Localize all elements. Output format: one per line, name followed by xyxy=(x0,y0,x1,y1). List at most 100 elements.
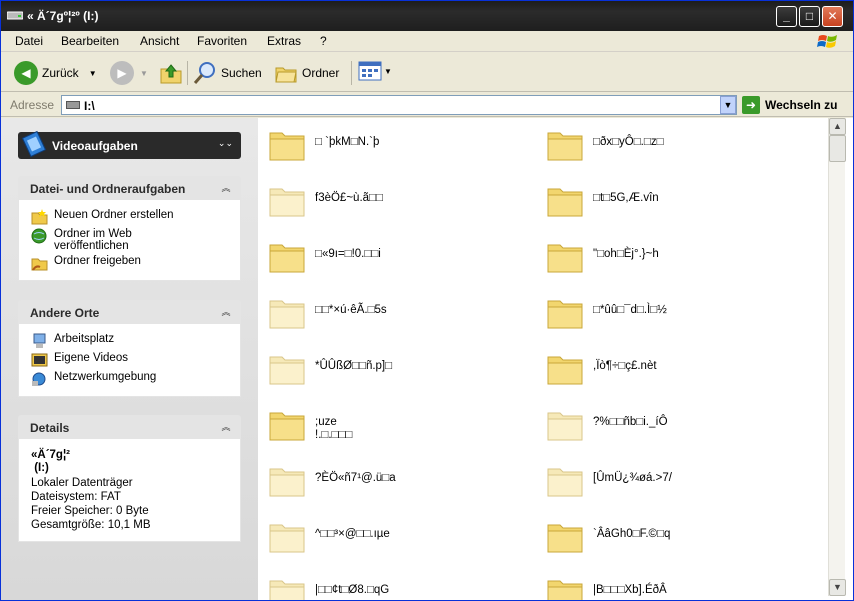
folder-icon xyxy=(547,412,583,441)
folder-item[interactable]: "□oh□Èj°.}~h xyxy=(536,234,806,282)
folders-button[interactable]: Ordner xyxy=(274,61,339,85)
folder-item[interactable]: ^□□³×@□□.ıµe xyxy=(258,514,528,562)
address-value: I:\ xyxy=(84,99,95,113)
folder-item[interactable]: `ÂâGh0□F.©□q xyxy=(536,514,806,562)
folder-item[interactable]: □*ûû□¯d□.Ì□½ xyxy=(536,290,806,338)
scroll-thumb[interactable] xyxy=(829,135,846,162)
close-button[interactable]: ✕ xyxy=(822,6,843,27)
search-label: Suchen xyxy=(221,66,262,80)
folder-name: |□□¢t□Ø8.□qG xyxy=(315,584,390,596)
folder-icon xyxy=(547,356,583,385)
menu-bearbeiten[interactable]: Bearbeiten xyxy=(61,34,119,48)
task-new-folder[interactable]: Neuen Ordner erstellen xyxy=(31,209,240,225)
folder-icon xyxy=(547,300,583,329)
details-drive-name: «Ä´7g¦² (I:) xyxy=(31,449,70,474)
toolbar: ◀ Zurück ▼ ▶ ▼ Suchen Ordner ▼ xyxy=(1,53,853,92)
folder-name: □ðx□yÔ□.□z□ xyxy=(593,136,664,148)
folder-icon xyxy=(547,580,583,600)
menu-help[interactable]: ? xyxy=(320,34,327,48)
details-panel: Details ︽ «Ä´7g¦² (I:) Lokaler Datenträg… xyxy=(18,415,241,542)
folder-name: ,Ïò¶÷□ç£.nèt xyxy=(593,360,657,372)
file-tasks-title: Datei- und Ordneraufgaben xyxy=(30,182,186,196)
task-label: Ordner freigeben xyxy=(54,255,141,267)
folder-item[interactable]: □«9ı=□!0.□□i xyxy=(258,234,528,282)
forward-button[interactable]: ▶ ▼ xyxy=(110,61,148,85)
address-input[interactable]: I:\ xyxy=(61,95,737,115)
folder-item[interactable]: □t□5G,Æ.vîn xyxy=(536,178,806,226)
back-dropdown-icon[interactable]: ▼ xyxy=(89,69,97,78)
other-places-header[interactable]: Andere Orte ︽ xyxy=(18,300,241,324)
folder-item[interactable]: *ÛÛßØ□□ñ.p]□ xyxy=(258,346,528,394)
back-button[interactable]: ◀ Zurück ▼ xyxy=(14,61,97,85)
details-title: Details xyxy=(30,421,70,435)
folder-item[interactable]: □ðx□yÔ□.□z□ xyxy=(536,122,806,170)
forward-dropdown-icon[interactable]: ▼ xyxy=(140,69,148,78)
share-folder-icon xyxy=(31,258,48,271)
maximize-button[interactable]: □ xyxy=(799,6,820,27)
folder-icon xyxy=(547,524,583,553)
go-button[interactable]: ➜ Wechseln zu xyxy=(742,96,837,114)
views-dropdown-icon[interactable]: ▼ xyxy=(384,67,392,76)
content-area: Videoaufgaben ⌄⌄ Datei- und Ordneraufgab… xyxy=(1,118,853,600)
folder-icon xyxy=(269,132,305,161)
search-button[interactable]: Suchen xyxy=(193,61,262,85)
details-total-size: Gesamtgröße: 10,1 MB xyxy=(31,519,151,531)
task-publish-web[interactable]: Ordner im Web veröffentlichen xyxy=(31,228,240,252)
details-filesystem: Dateisystem: FAT xyxy=(31,491,121,503)
views-button[interactable]: ▼ xyxy=(358,61,392,81)
folder-name: ?ÈÖ«ñ7¹@.ü□a xyxy=(315,472,396,484)
folder-item[interactable]: |B□□□Xb].ÉðÂ xyxy=(536,570,806,600)
folder-item[interactable]: ;uze !.□.□□□ xyxy=(258,402,528,450)
video-tasks-panel: Videoaufgaben ⌄⌄ xyxy=(18,130,241,159)
folder-name: □«9ı=□!0.□□i xyxy=(315,248,381,260)
menu-datei[interactable]: Datei xyxy=(15,34,43,48)
scroll-down-button[interactable]: ▼ xyxy=(829,579,846,596)
folder-name: □*ûû□¯d□.Ì□½ xyxy=(593,304,667,316)
collapse-chevron-icon[interactable]: ︽ xyxy=(219,305,233,319)
up-button[interactable] xyxy=(159,61,183,85)
folder-name: [ÛmÜ¿¾øá.>7/ xyxy=(593,472,672,484)
folder-icon xyxy=(269,524,305,553)
details-free-space: Freier Speicher: 0 Byte xyxy=(31,505,149,517)
folder-icon xyxy=(269,356,305,385)
folder-item[interactable]: □□*×ú·êÃ.□5s xyxy=(258,290,528,338)
folder-icon xyxy=(269,300,305,329)
address-label: Adresse xyxy=(10,98,55,112)
task-pane: Videoaufgaben ⌄⌄ Datei- und Ordneraufgab… xyxy=(1,118,258,600)
globe-icon xyxy=(31,228,47,244)
other-places-panel: Andere Orte ︽ Arbeitsplatz Eigene Videos… xyxy=(18,300,241,397)
folder-name: ;uze !.□.□□□ xyxy=(315,416,353,441)
menu-ansicht[interactable]: Ansicht xyxy=(140,34,179,48)
folder-item[interactable]: |□□¢t□Ø8.□qG xyxy=(258,570,528,600)
task-share-folder[interactable]: Ordner freigeben xyxy=(31,255,240,271)
folder-icon xyxy=(269,468,305,497)
video-tasks-header[interactable]: Videoaufgaben ⌄⌄ xyxy=(18,130,241,159)
folder-item[interactable]: ,Ïò¶÷□ç£.nèt xyxy=(536,346,806,394)
folder-item[interactable]: [ÛmÜ¿¾øá.>7/ xyxy=(536,458,806,506)
task-label: Ordner im Web veröffentlichen xyxy=(54,228,132,252)
folder-item[interactable]: ?%□□ñb□i._íÔ xyxy=(536,402,806,450)
expand-chevron-icon[interactable]: ⌄⌄ xyxy=(218,138,233,149)
file-tasks-header[interactable]: Datei- und Ordneraufgaben ︽ xyxy=(18,176,241,200)
place-my-videos[interactable]: Eigene Videos xyxy=(31,352,240,368)
folder-item[interactable]: ?ÈÖ«ñ7¹@.ü□a xyxy=(258,458,528,506)
folder-item[interactable]: f3èÖ£~ù.ã□□ xyxy=(258,178,528,226)
collapse-chevron-icon[interactable]: ︽ xyxy=(219,420,233,434)
folder-name: □ `þkM□N.`þ xyxy=(315,136,380,148)
menu-extras[interactable]: Extras xyxy=(267,34,301,48)
scroll-up-button[interactable]: ▲ xyxy=(829,118,846,135)
menu-favoriten[interactable]: Favoriten xyxy=(197,34,247,48)
place-network[interactable]: Netzwerkumgebung xyxy=(31,371,240,387)
folder-up-icon xyxy=(160,64,182,84)
collapse-chevron-icon[interactable]: ︽ xyxy=(219,181,233,195)
address-dropdown-icon[interactable]: ▼ xyxy=(720,96,736,114)
place-label: Eigene Videos xyxy=(54,352,128,364)
folder-icon xyxy=(269,244,305,273)
folder-item[interactable]: □ `þkM□N.`þ xyxy=(258,122,528,170)
vertical-scrollbar[interactable]: ▲ ▼ xyxy=(828,118,846,596)
minimize-button[interactable]: _ xyxy=(776,6,797,27)
title-bar[interactable]: « Ä´7gº¦²º (I:) _ □ ✕ xyxy=(1,1,853,31)
place-my-computer[interactable]: Arbeitsplatz xyxy=(31,333,240,349)
folder-icon xyxy=(269,412,305,441)
details-header[interactable]: Details ︽ xyxy=(18,415,241,439)
